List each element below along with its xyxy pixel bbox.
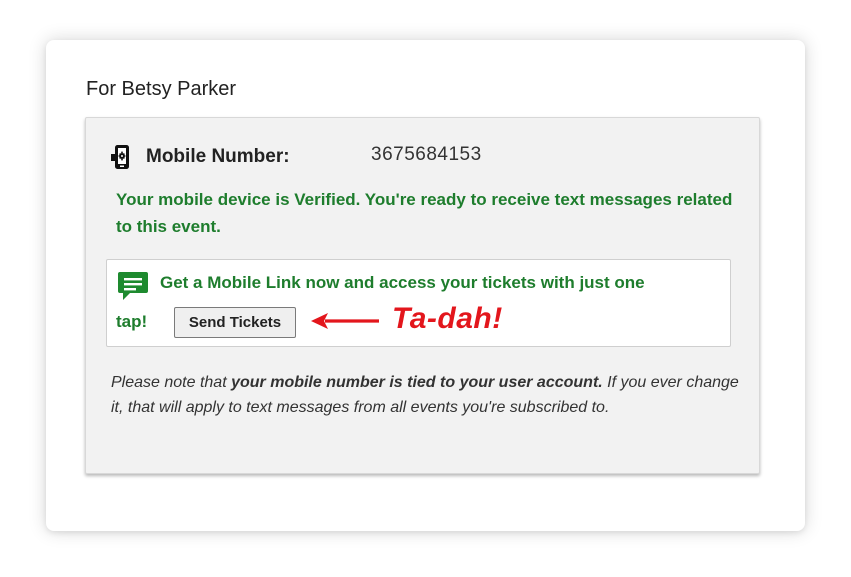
send-tickets-button[interactable]: Send Tickets bbox=[174, 307, 296, 338]
mobile-number-label: Mobile Number: bbox=[146, 146, 290, 167]
mobile-settings-icon bbox=[111, 144, 133, 170]
account-owner-heading: For Betsy Parker bbox=[86, 78, 237, 100]
chat-bubble-icon bbox=[117, 270, 149, 302]
arrow-left-icon bbox=[311, 311, 381, 331]
mobile-link-message-end: tap! bbox=[116, 312, 148, 331]
mobile-link-message: Get a Mobile Link now and access your ti… bbox=[160, 273, 645, 292]
note-emphasis: your mobile number is tied to your user … bbox=[231, 374, 603, 391]
mobile-number-row: Mobile Number: bbox=[111, 144, 290, 170]
note-prefix: Please note that bbox=[111, 374, 232, 391]
verified-status-message: Your mobile device is Verified. You're r… bbox=[116, 190, 733, 236]
annotation-callout: Ta-dah! bbox=[392, 302, 503, 335]
mobile-number-value: 3675684153 bbox=[371, 144, 482, 165]
account-note: Please note that your mobile number is t… bbox=[111, 370, 746, 420]
